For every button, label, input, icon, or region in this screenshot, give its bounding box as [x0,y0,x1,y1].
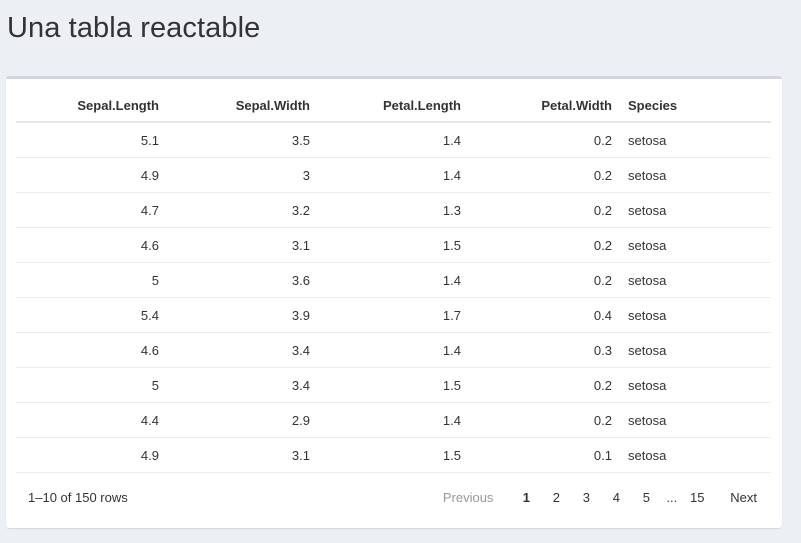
cell-petal-width: 0.2 [593,272,612,288]
cell-petal-length: 1.4 [442,272,461,288]
column-header-sepal-width[interactable]: Sepal.Width [167,98,318,113]
cell-sepal-length: 4.4 [140,412,159,428]
cell-petal-width: 0.1 [593,447,612,463]
cell-petal-width: 0.2 [593,412,612,428]
cell-species: setosa [628,132,667,148]
cell-sepal-width: 3.9 [291,307,310,323]
cell-petal-length: 1.4 [442,412,461,428]
cell-petal-length: 1.4 [442,132,461,148]
pagination-nav: Previous 1 2 3 4 5 ... 15 Next [443,490,771,505]
cell-petal-length: 1.3 [442,202,461,218]
cell-petal-width: 0.3 [593,342,612,358]
cell-species: setosa [628,237,667,253]
table-row: 5.1 3.5 1.4 0.2 setosa [16,123,771,158]
table-row: 5.4 3.9 1.7 0.4 setosa [16,298,771,333]
cell-sepal-length: 5 [151,272,159,288]
table-row: 4.9 3 1.4 0.2 setosa [16,158,771,193]
column-header-petal-width[interactable]: Petal.Width [469,98,620,113]
table-row: 4.6 3.4 1.4 0.3 setosa [16,333,771,368]
page-button-5[interactable]: 5 [636,490,656,505]
table-row: 4.7 3.2 1.3 0.2 setosa [16,193,771,228]
cell-species: setosa [628,167,667,183]
table-row: 4.6 3.1 1.5 0.2 setosa [16,228,771,263]
table-row: 5 3.4 1.5 0.2 setosa [16,368,771,403]
page-button-2[interactable]: 2 [546,490,566,505]
cell-species: setosa [628,307,667,323]
cell-sepal-width: 3.4 [291,377,310,393]
cell-sepal-width: 3.1 [291,237,310,253]
pagination-ellipsis: ... [666,489,678,505]
cell-petal-length: 1.4 [442,167,461,183]
page-title: Una tabla reactable [7,12,261,44]
cell-sepal-length: 5.1 [140,132,159,148]
column-header-sepal-length[interactable]: Sepal.Length [16,98,167,113]
cell-sepal-width: 3 [302,167,310,183]
cell-petal-width: 0.2 [593,167,612,183]
table-card: Sepal.Length Sepal.Width Petal.Length Pe… [6,76,782,528]
cell-sepal-width: 2.9 [291,412,310,428]
pagination-bar: 1–10 of 150 rows Previous 1 2 3 4 5 ... … [16,482,771,512]
column-header-petal-length[interactable]: Petal.Length [318,98,469,113]
cell-species: setosa [628,342,667,358]
cell-sepal-length: 4.6 [140,237,159,253]
cell-petal-length: 1.5 [442,377,461,393]
cell-species: setosa [628,447,667,463]
cell-species: setosa [628,202,667,218]
cell-sepal-length: 4.9 [140,167,159,183]
cell-sepal-length: 5 [151,377,159,393]
column-header-species[interactable]: Species [620,98,771,113]
cell-sepal-width: 3.6 [291,272,310,288]
page-button-15[interactable]: 15 [687,490,707,505]
page-info: 1–10 of 150 rows [28,489,128,505]
data-table: Sepal.Length Sepal.Width Petal.Length Pe… [16,89,771,473]
cell-petal-width: 0.2 [593,377,612,393]
table-row: 5 3.6 1.4 0.2 setosa [16,263,771,298]
cell-petal-width: 0.2 [593,237,612,253]
table-header: Sepal.Length Sepal.Width Petal.Length Pe… [16,89,771,123]
cell-sepal-length: 4.6 [140,342,159,358]
page-button-4[interactable]: 4 [606,490,626,505]
cell-sepal-length: 4.7 [140,202,159,218]
table-row: 4.4 2.9 1.4 0.2 setosa [16,403,771,438]
cell-petal-width: 0.2 [593,202,612,218]
cell-sepal-width: 3.2 [291,202,310,218]
cell-species: setosa [628,377,667,393]
cell-species: setosa [628,412,667,428]
cell-sepal-width: 3.4 [291,342,310,358]
cell-sepal-width: 3.5 [291,132,310,148]
cell-species: setosa [628,272,667,288]
cell-petal-length: 1.5 [442,447,461,463]
cell-sepal-length: 4.9 [140,447,159,463]
cell-sepal-width: 3.1 [291,447,310,463]
previous-page-button[interactable]: Previous [443,490,494,505]
cell-petal-width: 0.4 [593,307,612,323]
table-body: 5.1 3.5 1.4 0.2 setosa 4.9 3 1.4 0.2 setosa 4.7 3.2… [16,123,771,473]
next-page-button[interactable]: Next [730,490,757,505]
cell-petal-length: 1.7 [442,307,461,323]
page-button-1[interactable]: 1 [516,490,536,505]
page-button-3[interactable]: 3 [576,490,596,505]
cell-petal-length: 1.4 [442,342,461,358]
table-row: 4.9 3.1 1.5 0.1 setosa [16,438,771,473]
cell-petal-length: 1.5 [442,237,461,253]
cell-sepal-length: 5.4 [140,307,159,323]
cell-petal-width: 0.2 [593,132,612,148]
